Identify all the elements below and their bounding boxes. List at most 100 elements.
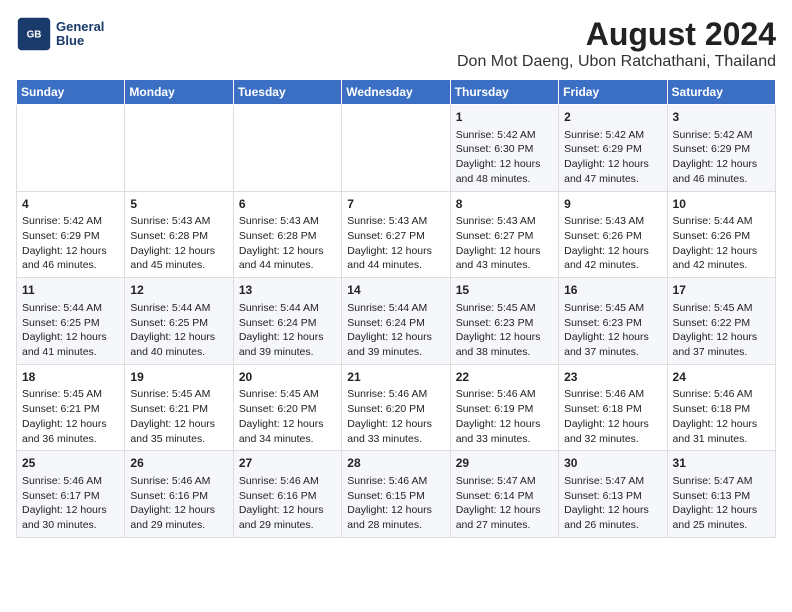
day-info: Sunset: 6:18 PM bbox=[673, 402, 770, 417]
day-info: Sunrise: 5:44 AM bbox=[239, 301, 336, 316]
calendar-week-row: 4Sunrise: 5:42 AMSunset: 6:29 PMDaylight… bbox=[17, 191, 776, 278]
day-number: 17 bbox=[673, 282, 770, 299]
day-info: Sunset: 6:28 PM bbox=[239, 229, 336, 244]
day-number: 20 bbox=[239, 369, 336, 386]
day-number: 11 bbox=[22, 282, 119, 299]
day-info: Sunset: 6:25 PM bbox=[130, 316, 227, 331]
day-info: Daylight: 12 hours and 40 minutes. bbox=[130, 330, 227, 359]
day-info: Daylight: 12 hours and 44 minutes. bbox=[239, 244, 336, 273]
calendar-header-row: SundayMondayTuesdayWednesdayThursdayFrid… bbox=[17, 80, 776, 105]
day-info: Daylight: 12 hours and 42 minutes. bbox=[564, 244, 661, 273]
calendar-cell: 3Sunrise: 5:42 AMSunset: 6:29 PMDaylight… bbox=[667, 105, 775, 192]
day-number: 1 bbox=[456, 109, 553, 126]
sub-title: Don Mot Daeng, Ubon Ratchathani, Thailan… bbox=[457, 53, 776, 71]
day-info: Sunset: 6:21 PM bbox=[130, 402, 227, 417]
weekday-header: Friday bbox=[559, 80, 667, 105]
day-number: 29 bbox=[456, 455, 553, 472]
calendar-cell: 1Sunrise: 5:42 AMSunset: 6:30 PMDaylight… bbox=[450, 105, 558, 192]
day-info: Daylight: 12 hours and 46 minutes. bbox=[22, 244, 119, 273]
day-info: Sunset: 6:14 PM bbox=[456, 489, 553, 504]
day-info: Sunrise: 5:43 AM bbox=[239, 214, 336, 229]
day-info: Sunrise: 5:43 AM bbox=[130, 214, 227, 229]
day-info: Sunrise: 5:45 AM bbox=[456, 301, 553, 316]
day-info: Daylight: 12 hours and 37 minutes. bbox=[673, 330, 770, 359]
day-number: 5 bbox=[130, 196, 227, 213]
title-area: August 2024 Don Mot Daeng, Ubon Ratchath… bbox=[457, 16, 776, 71]
day-info: Sunset: 6:19 PM bbox=[456, 402, 553, 417]
day-number: 26 bbox=[130, 455, 227, 472]
calendar-cell: 31Sunrise: 5:47 AMSunset: 6:13 PMDayligh… bbox=[667, 451, 775, 538]
calendar-cell: 8Sunrise: 5:43 AMSunset: 6:27 PMDaylight… bbox=[450, 191, 558, 278]
day-info: Sunrise: 5:44 AM bbox=[22, 301, 119, 316]
day-info: Daylight: 12 hours and 42 minutes. bbox=[673, 244, 770, 273]
day-info: Sunrise: 5:45 AM bbox=[239, 387, 336, 402]
day-info: Daylight: 12 hours and 27 minutes. bbox=[456, 503, 553, 532]
day-number: 19 bbox=[130, 369, 227, 386]
page-header: GB General Blue August 2024 Don Mot Daen… bbox=[16, 16, 776, 71]
day-info: Sunset: 6:24 PM bbox=[347, 316, 444, 331]
day-info: Daylight: 12 hours and 35 minutes. bbox=[130, 417, 227, 446]
day-info: Daylight: 12 hours and 37 minutes. bbox=[564, 330, 661, 359]
day-info: Daylight: 12 hours and 33 minutes. bbox=[347, 417, 444, 446]
day-info: Sunrise: 5:43 AM bbox=[564, 214, 661, 229]
day-info: Sunset: 6:13 PM bbox=[564, 489, 661, 504]
logo-line2: Blue bbox=[56, 34, 104, 48]
day-info: Sunset: 6:27 PM bbox=[456, 229, 553, 244]
day-info: Sunrise: 5:45 AM bbox=[22, 387, 119, 402]
day-info: Daylight: 12 hours and 36 minutes. bbox=[22, 417, 119, 446]
day-info: Daylight: 12 hours and 38 minutes. bbox=[456, 330, 553, 359]
day-info: Daylight: 12 hours and 34 minutes. bbox=[239, 417, 336, 446]
calendar-cell: 28Sunrise: 5:46 AMSunset: 6:15 PMDayligh… bbox=[342, 451, 450, 538]
day-info: Sunrise: 5:47 AM bbox=[673, 474, 770, 489]
day-info: Daylight: 12 hours and 41 minutes. bbox=[22, 330, 119, 359]
day-info: Sunset: 6:13 PM bbox=[673, 489, 770, 504]
day-info: Daylight: 12 hours and 43 minutes. bbox=[456, 244, 553, 273]
calendar-cell: 29Sunrise: 5:47 AMSunset: 6:14 PMDayligh… bbox=[450, 451, 558, 538]
day-info: Sunrise: 5:44 AM bbox=[130, 301, 227, 316]
day-number: 14 bbox=[347, 282, 444, 299]
day-info: Sunset: 6:30 PM bbox=[456, 142, 553, 157]
calendar-cell: 4Sunrise: 5:42 AMSunset: 6:29 PMDaylight… bbox=[17, 191, 125, 278]
day-info: Sunrise: 5:46 AM bbox=[130, 474, 227, 489]
day-info: Daylight: 12 hours and 31 minutes. bbox=[673, 417, 770, 446]
calendar-week-row: 18Sunrise: 5:45 AMSunset: 6:21 PMDayligh… bbox=[17, 364, 776, 451]
day-info: Sunrise: 5:42 AM bbox=[564, 128, 661, 143]
day-info: Sunrise: 5:46 AM bbox=[22, 474, 119, 489]
weekday-header: Saturday bbox=[667, 80, 775, 105]
day-info: Sunset: 6:24 PM bbox=[239, 316, 336, 331]
calendar-cell: 20Sunrise: 5:45 AMSunset: 6:20 PMDayligh… bbox=[233, 364, 341, 451]
day-number: 2 bbox=[564, 109, 661, 126]
logo-icon: GB bbox=[16, 16, 52, 52]
calendar-cell: 12 Sunrise: 5:44 AMSunset: 6:25 PMDayligh… bbox=[125, 278, 233, 365]
day-info: Daylight: 12 hours and 45 minutes. bbox=[130, 244, 227, 273]
day-number: 16 bbox=[564, 282, 661, 299]
day-info: Sunset: 6:17 PM bbox=[22, 489, 119, 504]
day-info: Sunset: 6:26 PM bbox=[564, 229, 661, 244]
day-info: Sunrise: 5:46 AM bbox=[347, 387, 444, 402]
day-number: 12 bbox=[130, 282, 227, 299]
day-info: Sunrise: 5:44 AM bbox=[347, 301, 444, 316]
day-info: Daylight: 12 hours and 26 minutes. bbox=[564, 503, 661, 532]
day-info: Daylight: 12 hours and 28 minutes. bbox=[347, 503, 444, 532]
day-info: Sunset: 6:23 PM bbox=[564, 316, 661, 331]
day-number: 10 bbox=[673, 196, 770, 213]
day-info: Sunrise: 5:46 AM bbox=[347, 474, 444, 489]
day-info: Sunrise: 5:43 AM bbox=[456, 214, 553, 229]
day-info: Sunrise: 5:45 AM bbox=[673, 301, 770, 316]
calendar-cell bbox=[342, 105, 450, 192]
calendar-cell: 10Sunrise: 5:44 AMSunset: 6:26 PMDayligh… bbox=[667, 191, 775, 278]
day-number: 25 bbox=[22, 455, 119, 472]
day-number: 3 bbox=[673, 109, 770, 126]
day-info: Sunset: 6:26 PM bbox=[673, 229, 770, 244]
day-info: Sunset: 6:18 PM bbox=[564, 402, 661, 417]
day-info: Sunrise: 5:47 AM bbox=[564, 474, 661, 489]
day-info: Sunset: 6:16 PM bbox=[239, 489, 336, 504]
calendar-week-row: 1Sunrise: 5:42 AMSunset: 6:30 PMDaylight… bbox=[17, 105, 776, 192]
calendar-cell: 15Sunrise: 5:45 AMSunset: 6:23 PMDayligh… bbox=[450, 278, 558, 365]
day-info: Daylight: 12 hours and 30 minutes. bbox=[22, 503, 119, 532]
day-number: 22 bbox=[456, 369, 553, 386]
day-info: Sunrise: 5:46 AM bbox=[456, 387, 553, 402]
calendar-cell: 2Sunrise: 5:42 AMSunset: 6:29 PMDaylight… bbox=[559, 105, 667, 192]
day-info: Sunset: 6:29 PM bbox=[673, 142, 770, 157]
day-info: Sunrise: 5:42 AM bbox=[22, 214, 119, 229]
